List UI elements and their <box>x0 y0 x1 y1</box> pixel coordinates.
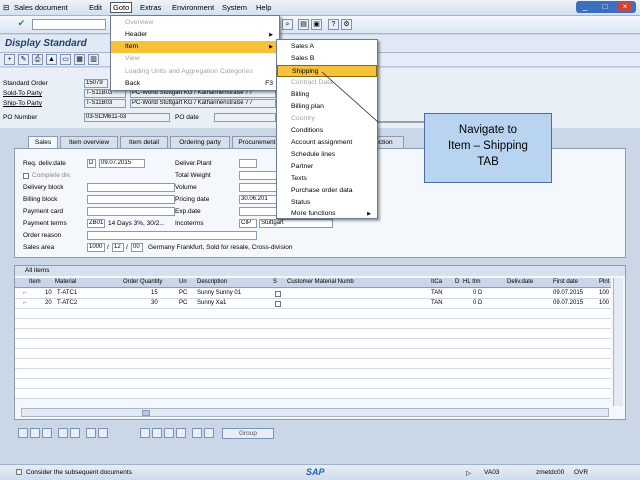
callout-line-3: TAB <box>477 156 499 168</box>
annotation-callout: Navigate to Item – Shipping TAB <box>424 113 552 183</box>
callout-connector <box>321 71 424 123</box>
callout-line-1: Navigate to <box>458 124 518 136</box>
callout-line-2: Item – Shipping <box>448 140 528 152</box>
callout-line <box>321 71 424 123</box>
